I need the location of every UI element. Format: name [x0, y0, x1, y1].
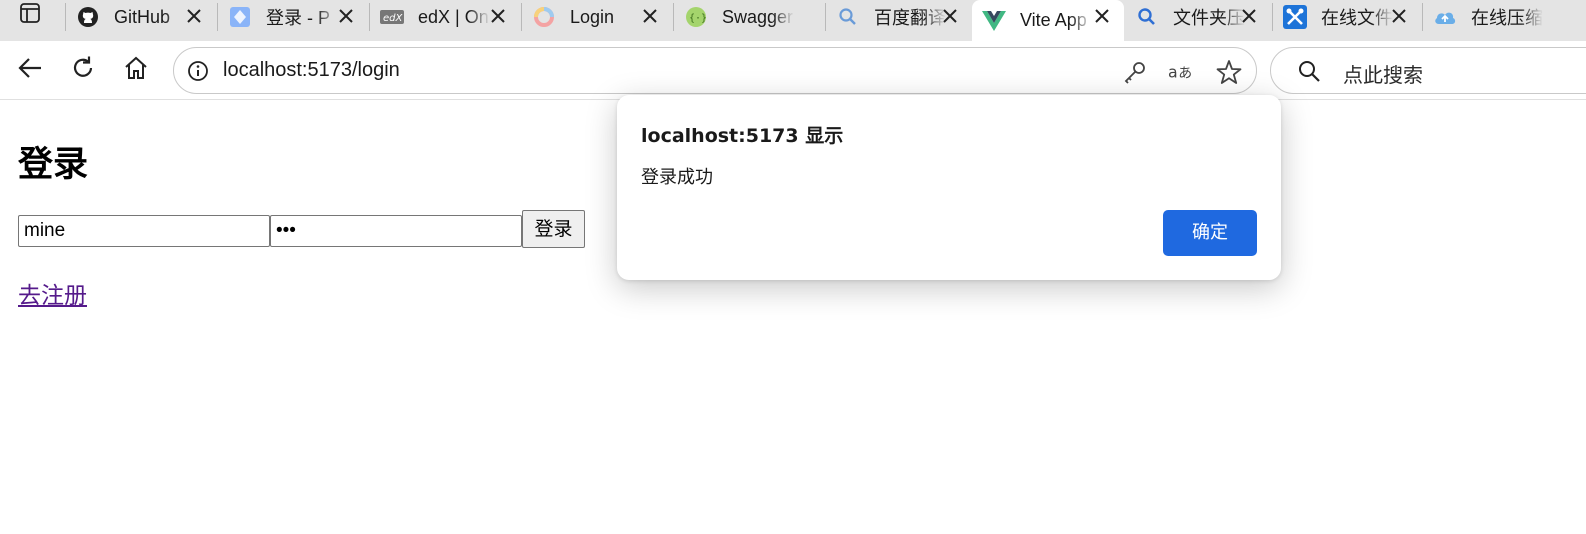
tab-baidu-translate[interactable]: 百度翻译 [826, 0, 972, 34]
dialog-title: localhost:5173 显示 [641, 125, 844, 147]
close-icon[interactable] [1239, 6, 1259, 26]
tab-folder-compress[interactable]: 文件夹压 [1125, 0, 1271, 34]
svg-text:あ: あ [1178, 66, 1192, 82]
page-title: 登录 [18, 145, 89, 185]
browser-toolbar: localhost:5173/login aあ 点此搜索 [0, 41, 1586, 100]
close-icon[interactable] [940, 6, 960, 26]
search-placeholder: 点此搜索 [1343, 65, 1423, 87]
back-arrow-icon [17, 56, 43, 85]
ring-logo-icon [532, 5, 556, 29]
tab-github[interactable]: GitHub [66, 0, 216, 34]
vue-icon [982, 9, 1006, 33]
tools-icon [1283, 5, 1307, 29]
tab-vite-app[interactable]: Vite App [972, 0, 1124, 41]
tab-title: 文件夹压 [1173, 8, 1245, 28]
reload-icon [70, 55, 96, 86]
tab-title: Swagger [722, 6, 794, 27]
home-icon [123, 55, 149, 86]
close-icon[interactable] [488, 6, 508, 26]
cloud-icon [1433, 5, 1457, 29]
svg-text:a: a [1168, 63, 1178, 82]
edx-icon: edX [380, 5, 404, 29]
home-button[interactable] [120, 54, 152, 86]
read-aloud-icon[interactable]: aあ [1168, 59, 1194, 85]
tab-title: 百度翻译 [874, 8, 946, 28]
tab-login[interactable]: Login [522, 0, 672, 34]
dialog-message: 登录成功 [641, 167, 713, 188]
tab-edx[interactable]: edX edX | On [370, 0, 520, 34]
github-icon [76, 5, 100, 29]
tab-online-file[interactable]: 在线文件 [1273, 0, 1421, 34]
tab-title: Login [570, 6, 615, 27]
address-bar[interactable]: localhost:5173/login aあ [173, 47, 1257, 94]
username-input[interactable]: mine [18, 215, 270, 247]
alert-dialog: localhost:5173 显示 登录成功 确定 [617, 95, 1281, 280]
tab-title: Vite App [1020, 10, 1087, 30]
tab-title: edX | On [418, 6, 489, 27]
close-icon[interactable] [1389, 6, 1409, 26]
reload-button[interactable] [67, 54, 99, 86]
svg-text:edX: edX [383, 13, 404, 24]
close-icon[interactable] [640, 6, 660, 26]
search-icon [1135, 5, 1159, 29]
search-icon [1297, 59, 1321, 88]
url-text[interactable]: localhost:5173/login [223, 59, 400, 82]
tab-online-compress[interactable]: 在线压缩 [1423, 0, 1586, 34]
ok-button[interactable]: 确定 [1163, 210, 1257, 256]
tab-login-p[interactable]: 登录 - P [218, 0, 368, 34]
close-icon[interactable] [1092, 6, 1112, 26]
tab-title: GitHub [114, 6, 171, 27]
login-button[interactable]: 登录 [522, 210, 585, 248]
sidebar-toggle-button[interactable] [12, 2, 48, 29]
favorite-star-icon[interactable] [1216, 59, 1242, 85]
search-box[interactable]: 点此搜索 [1270, 47, 1586, 94]
tab-title: 在线压缩 [1471, 8, 1543, 28]
close-icon[interactable] [336, 6, 356, 26]
tab-title: 在线文件 [1321, 8, 1393, 28]
register-link[interactable]: 去注册 [18, 276, 87, 310]
info-icon[interactable] [186, 59, 210, 83]
sidebar-icon [19, 2, 41, 29]
password-input[interactable]: ••• [270, 215, 522, 247]
tab-title: 登录 - P [266, 8, 331, 28]
close-icon[interactable] [184, 6, 204, 26]
key-icon[interactable] [1122, 59, 1148, 85]
svg-text:{·}: {·} [689, 13, 707, 24]
search-icon [836, 5, 860, 29]
diamond-icon [228, 5, 252, 29]
swagger-icon: {·} [684, 5, 708, 29]
tab-strip: GitHub 登录 - P edX edX | On Login {·} Swa… [0, 0, 1586, 41]
back-button[interactable] [14, 54, 46, 86]
tab-swagger[interactable]: {·} Swagger [674, 0, 824, 34]
